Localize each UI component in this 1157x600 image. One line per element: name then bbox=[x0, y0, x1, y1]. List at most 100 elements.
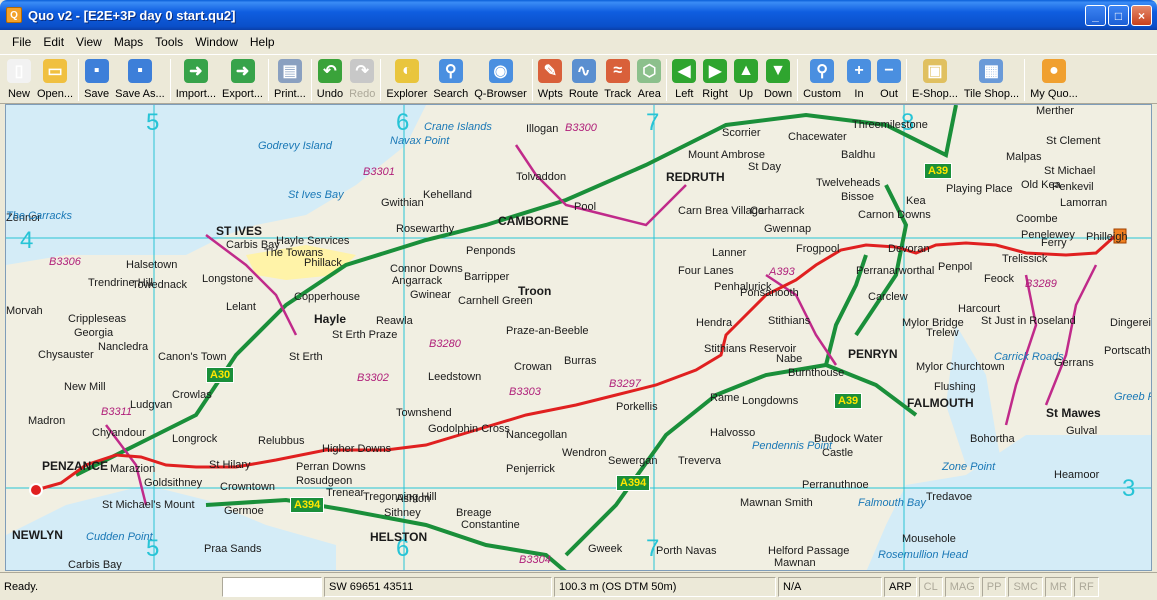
flag-mr: MR bbox=[1044, 576, 1072, 597]
place-label: Wendron bbox=[562, 447, 607, 459]
minimize-button[interactable]: _ bbox=[1085, 5, 1106, 26]
menu-help[interactable]: Help bbox=[244, 35, 281, 49]
tile-shop-button[interactable]: ▦ Tile Shop... bbox=[961, 55, 1022, 103]
place-label: CAMBORNE bbox=[498, 214, 569, 228]
save-as-button[interactable]: ▪ Save As... bbox=[112, 55, 168, 103]
out-button[interactable]: − Out bbox=[874, 55, 904, 103]
up-button[interactable]: ▲ Up bbox=[731, 55, 761, 103]
wpts-button[interactable]: ✎ Wpts bbox=[535, 55, 566, 103]
place-label: Sithney bbox=[384, 507, 421, 519]
export-button[interactable]: ➜ Export... bbox=[219, 55, 266, 103]
waypoints-icon: ✎ bbox=[538, 59, 563, 83]
secondary-road-label: B3311 bbox=[101, 406, 132, 418]
place-label: Rosudgeon bbox=[296, 475, 353, 487]
menu-window[interactable]: Window bbox=[189, 35, 244, 49]
my-quo-button[interactable]: ● My Quo... bbox=[1027, 55, 1081, 103]
toolbar-button-label: Save As... bbox=[115, 88, 165, 100]
place-label: Trenear bbox=[326, 487, 365, 499]
place-label: Four Lanes bbox=[678, 265, 734, 277]
title-bar[interactable]: Q Quo v2 - [E2E+3P day 0 start.qu2] _ □ … bbox=[0, 0, 1157, 30]
custom-button[interactable]: ⚲ Custom bbox=[800, 55, 844, 103]
place-label: Feock bbox=[984, 273, 1014, 285]
place-label: Barripper bbox=[464, 271, 510, 283]
grid-number: 3 bbox=[1122, 475, 1136, 502]
place-label: Lelant bbox=[226, 301, 256, 313]
zoom-in-icon: + bbox=[847, 59, 872, 83]
place-label: Bohortha bbox=[970, 433, 1015, 445]
save-as-icon: ▪ bbox=[127, 59, 152, 83]
place-label: Mousehole bbox=[902, 533, 956, 545]
secondary-road-label: B3306 bbox=[49, 256, 81, 268]
place-label: Pendennis Point bbox=[752, 440, 833, 452]
place-label: St Hilary bbox=[209, 459, 251, 471]
open-folder-icon: ▭ bbox=[43, 59, 68, 83]
down-button[interactable]: ▼ Down bbox=[761, 55, 795, 103]
undo-button[interactable]: ↶ Undo bbox=[314, 55, 346, 103]
open-button[interactable]: ▭ Open... bbox=[34, 55, 76, 103]
route-start-marker[interactable] bbox=[29, 483, 43, 497]
new-button[interactable]: ▯ New bbox=[4, 55, 34, 103]
in-button[interactable]: + In bbox=[844, 55, 874, 103]
redo-button[interactable]: ↷ Redo bbox=[346, 55, 378, 103]
place-label: NEWLYN bbox=[12, 528, 63, 542]
place-label: HELSTON bbox=[370, 530, 428, 544]
menu-file[interactable]: File bbox=[6, 35, 37, 49]
toolbar-button-label: Q-Browser bbox=[474, 88, 527, 100]
toolbar-separator bbox=[169, 59, 171, 101]
map-view[interactable]: 5 6 7 8 4 5 6 7 3 Godrevy Island Crane Islands Nava… bbox=[5, 104, 1152, 571]
place-label: Penjerrick bbox=[506, 463, 555, 475]
menu-maps[interactable]: Maps bbox=[108, 35, 149, 49]
close-button[interactable]: × bbox=[1131, 5, 1152, 26]
menu-tools[interactable]: Tools bbox=[149, 35, 189, 49]
left-button[interactable]: ◀ Left bbox=[669, 55, 699, 103]
place-label: Sewergan bbox=[608, 455, 658, 467]
print-button[interactable]: ▤ Print... bbox=[271, 55, 309, 103]
place-label: Devoran bbox=[888, 243, 930, 255]
flag-rf: RF bbox=[1074, 576, 1099, 597]
place-label: New Mill bbox=[64, 381, 106, 393]
toolbar-button-label: Route bbox=[568, 88, 599, 100]
route-button[interactable]: ∿ Route bbox=[566, 55, 601, 103]
primary-road-label: A394 bbox=[290, 497, 325, 513]
place-label: Chyandour bbox=[92, 427, 146, 439]
tile-shop-icon: ▦ bbox=[979, 59, 1004, 83]
place-label: Penponds bbox=[466, 245, 516, 257]
place-label: Mylor Churchtown bbox=[916, 361, 1005, 373]
place-label: Burnthouse bbox=[788, 367, 845, 379]
place-label: St Ives Bay bbox=[288, 189, 344, 201]
e-shop-button[interactable]: ▣ E-Shop... bbox=[909, 55, 961, 103]
menu-edit[interactable]: Edit bbox=[37, 35, 70, 49]
place-label: ST IVES bbox=[216, 224, 263, 238]
right-button[interactable]: ▶ Right bbox=[699, 55, 731, 103]
app-icon[interactable]: Q bbox=[6, 7, 22, 23]
primary-road-label: A39 bbox=[924, 163, 953, 179]
place-label: Morvah bbox=[6, 305, 43, 317]
toolbar-button-label: Print... bbox=[274, 88, 306, 100]
place-label: Nancledra bbox=[98, 341, 149, 353]
place-label: Praa Sands bbox=[204, 543, 262, 555]
place-label: Dingerein Castle bbox=[1110, 317, 1151, 329]
save-button[interactable]: ▪ Save bbox=[81, 55, 112, 103]
toolbar-separator bbox=[78, 59, 80, 101]
arrow-right-icon: ▶ bbox=[703, 59, 728, 83]
import-button[interactable]: ➜ Import... bbox=[173, 55, 219, 103]
q-browser-button[interactable]: ◉ Q-Browser bbox=[471, 55, 530, 103]
place-label: St Day bbox=[748, 161, 782, 173]
maximize-button[interactable]: □ bbox=[1108, 5, 1129, 26]
status-bar: Ready. SW 69651 43511 100.3 m (OS DTM 50… bbox=[0, 572, 1157, 600]
close-icon: × bbox=[1137, 8, 1145, 23]
area-button[interactable]: ⬡ Area bbox=[634, 55, 664, 103]
search-button[interactable]: ⚲ Search bbox=[430, 55, 471, 103]
explorer-button[interactable]: ◐ Explorer bbox=[383, 55, 430, 103]
place-label: Burras bbox=[564, 355, 597, 367]
grid-number: 6 bbox=[396, 109, 410, 136]
place-label: PENZANCE bbox=[42, 459, 109, 473]
place-label: Mawnan Smith bbox=[740, 497, 813, 509]
place-label: Merther bbox=[1036, 105, 1074, 117]
track-button[interactable]: ≈ Track bbox=[601, 55, 634, 103]
toolbar-separator bbox=[380, 59, 382, 101]
print-icon: ▤ bbox=[277, 59, 302, 83]
menu-view[interactable]: View bbox=[70, 35, 108, 49]
place-label: Illogan bbox=[526, 123, 559, 135]
primary-road-label: A394 bbox=[616, 475, 651, 491]
